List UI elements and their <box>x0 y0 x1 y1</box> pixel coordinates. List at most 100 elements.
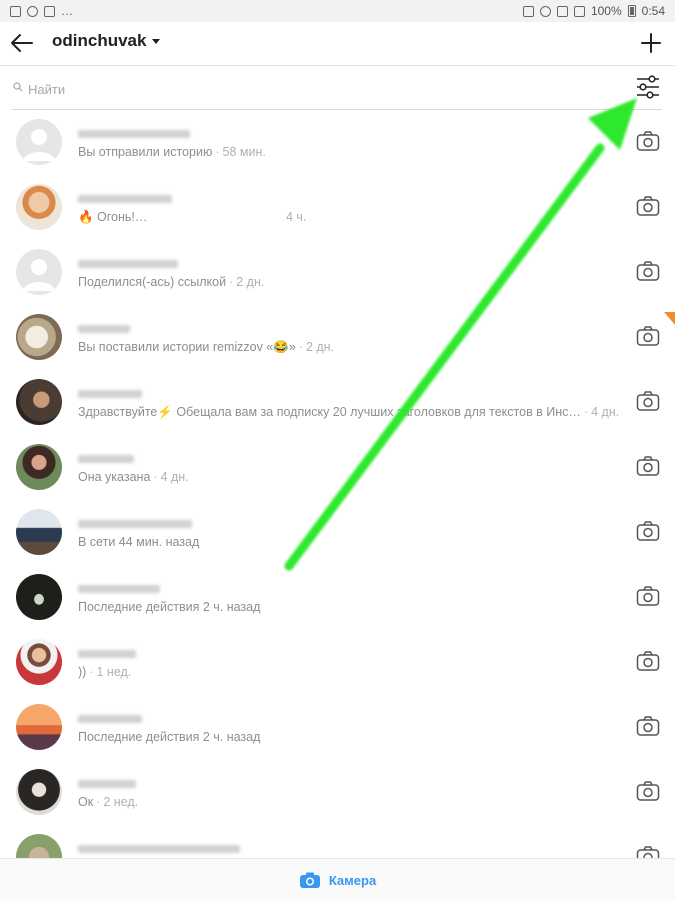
account-username: odinchuvak <box>52 31 147 50</box>
message-preview: Ок · 2 нед. <box>78 795 139 809</box>
camera-icon[interactable] <box>636 520 660 542</box>
back-arrow-icon[interactable] <box>8 30 36 56</box>
avatar <box>16 509 62 555</box>
avatar <box>16 119 62 165</box>
camera-button-label: Камера <box>328 872 377 888</box>
avatar <box>16 184 62 230</box>
contact-name-redacted <box>78 520 192 528</box>
status-bar-left: … <box>10 4 73 18</box>
conversation-row[interactable]: Ок · 2 нед. <box>0 768 675 833</box>
camera-icon[interactable] <box>636 260 660 282</box>
message-time: 2 дн. <box>305 340 335 354</box>
camera-icon[interactable] <box>636 780 660 802</box>
gallery-icon <box>10 5 21 17</box>
avatar <box>16 574 62 620</box>
preview-text: В сети 44 мин. назад <box>78 535 200 549</box>
camera-icon[interactable] <box>636 325 660 347</box>
avatar <box>16 769 62 815</box>
more-notifications: … <box>61 4 73 18</box>
camera-icon[interactable] <box>636 195 660 217</box>
conversation-row[interactable]: Она указана · 4 дн. <box>0 443 675 508</box>
message-time: 1 нед. <box>96 665 132 679</box>
contact-name-redacted <box>78 390 142 398</box>
message-preview: 🔥 Огонь!… <box>78 210 147 225</box>
preview-text: Вы отправили историю <box>78 145 213 159</box>
conversation-row[interactable]: 🔥 Огонь!… 4 ч. <box>0 183 675 248</box>
camera-icon[interactable] <box>636 650 660 672</box>
mute-icon <box>522 5 534 17</box>
alarm-icon <box>539 5 551 17</box>
account-switcher[interactable]: odinchuvak <box>52 31 161 51</box>
preview-text: Она указана <box>78 470 151 484</box>
contact-name-redacted <box>78 455 134 463</box>
preview-text: Последние действия 2 ч. назад <box>78 600 261 614</box>
preview-text: Поделился(-ась) ссылкой <box>78 275 227 289</box>
camera-icon[interactable] <box>636 390 660 412</box>
search-bar <box>0 66 675 110</box>
camera-icon[interactable] <box>636 845 660 858</box>
message-time: 58 мин. <box>222 145 266 159</box>
contact-name-redacted <box>78 845 240 853</box>
direct-header: odinchuvak <box>0 22 675 66</box>
conversation-row[interactable]: В сети 44 мин. назад <box>0 508 675 573</box>
contact-name-redacted <box>78 780 136 788</box>
camera-icon[interactable] <box>636 130 660 152</box>
message-preview: Вы отправили историю · 58 мин. <box>78 145 266 159</box>
wifi-icon <box>556 5 568 17</box>
clock: 0:54 <box>641 4 665 18</box>
chevron-down-icon <box>152 38 161 44</box>
camera-bottom-bar[interactable]: Камера <box>0 858 675 901</box>
status-bar: … 100% 0:54 <box>0 0 675 22</box>
avatar <box>16 834 62 858</box>
message-time: 2 дн. <box>236 275 265 289</box>
camera-icon[interactable] <box>636 455 660 477</box>
battery-icon <box>627 5 636 17</box>
battery-percent: 100% <box>590 4 622 18</box>
conversation-row[interactable]: Поделился(-ась) ссылкой · 2 дн. <box>0 248 675 313</box>
avatar <box>16 314 62 360</box>
avatar <box>16 379 62 425</box>
message-preview: Последние действия 2 ч. назад <box>78 600 260 614</box>
conversation-row[interactable] <box>0 833 675 858</box>
conversation-list[interactable]: Вы отправили историю · 58 мин. 🔥 Огонь!… 4… <box>0 118 675 858</box>
conversation-row[interactable]: Последние действия 2 ч. назад <box>0 573 675 638</box>
contact-name-redacted <box>78 325 130 333</box>
contact-name-redacted <box>78 650 136 658</box>
side-edge-tab[interactable] <box>664 312 675 325</box>
message-preview: В сети 44 мин. назад <box>78 535 199 549</box>
camera-icon[interactable] <box>636 585 660 607</box>
message-preview: Последние действия 2 ч. назад <box>78 730 260 744</box>
preview-text: )) <box>78 665 87 679</box>
message-time: 2 нед. <box>103 795 139 809</box>
message-time: 4 дн. <box>160 470 189 484</box>
signal-icon <box>573 5 585 17</box>
message-preview: Вы поставили истории remizzov «😂» · 2 дн. <box>78 340 335 354</box>
avatar <box>16 704 62 750</box>
message-preview: Здравствуйте⚡ Обещала вам за подписку 20… <box>78 405 620 419</box>
avatar <box>16 639 62 685</box>
message-preview: Она указана · 4 дн. <box>78 470 189 484</box>
message-time: 4 ч. <box>286 210 307 224</box>
contact-name-redacted <box>78 260 178 268</box>
hangouts-icon <box>44 5 55 17</box>
message-preview: Поделился(-ась) ссылкой · 2 дн. <box>78 275 265 289</box>
conversation-row[interactable]: Последние действия 2 ч. назад <box>0 703 675 768</box>
conversation-row[interactable]: Здравствуйте⚡ Обещала вам за подписку 20… <box>0 378 675 443</box>
conversation-row[interactable]: Вы поставили истории remizzov «😂» · 2 дн. <box>0 313 675 378</box>
preview-text: Здравствуйте⚡ Обещала вам за подписку 20… <box>78 405 581 419</box>
contact-name-redacted <box>78 195 172 203</box>
new-message-plus-icon[interactable] <box>639 31 663 55</box>
preview-text: 🔥 Огонь!… <box>78 210 148 224</box>
camera-icon <box>299 872 320 888</box>
preview-text: Последние действия 2 ч. назад <box>78 730 261 744</box>
status-bar-right: 100% 0:54 <box>522 4 665 18</box>
search-input[interactable] <box>12 72 630 106</box>
filter-sliders-icon[interactable] <box>634 74 662 100</box>
avatar <box>16 249 62 295</box>
at-icon <box>27 5 38 17</box>
camera-icon[interactable] <box>636 715 660 737</box>
message-preview: )) · 1 нед. <box>78 665 132 679</box>
conversation-row[interactable]: )) · 1 нед. <box>0 638 675 703</box>
conversation-row[interactable]: Вы отправили историю · 58 мин. <box>0 118 675 183</box>
preview-text: Вы поставили истории remizzov «😂» <box>78 340 296 354</box>
